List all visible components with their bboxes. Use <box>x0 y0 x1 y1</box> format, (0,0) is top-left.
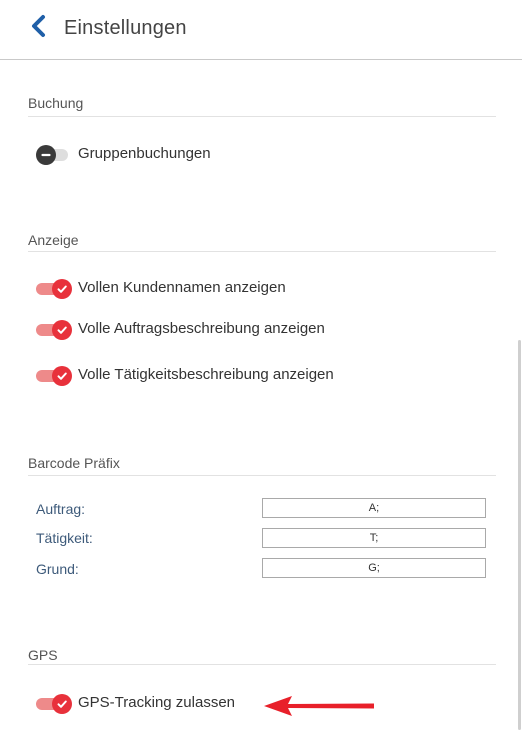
checkmark-icon <box>52 693 72 714</box>
section-divider <box>28 116 496 117</box>
toggle-row-auftragsbeschreibung[interactable]: Volle Auftragsbeschreibung anzeigen <box>36 319 325 340</box>
section-title-gps: GPS <box>28 647 58 663</box>
checkmark-icon <box>52 319 72 340</box>
grund-prefix-input[interactable] <box>262 558 486 578</box>
chevron-left-icon <box>28 14 48 38</box>
taetigkeit-prefix-input[interactable] <box>262 528 486 548</box>
toggle-label: GPS-Tracking zulassen <box>78 694 236 711</box>
toggle-label: Volle Tätigkeitsbeschreibung anzeigen <box>78 366 334 383</box>
toggle-switch[interactable] <box>36 365 72 386</box>
toggle-switch[interactable] <box>36 319 72 340</box>
arrow-left-icon <box>264 696 374 716</box>
field-label-grund: Grund: <box>36 561 79 577</box>
section-title-anzeige: Anzeige <box>28 232 79 248</box>
toggle-switch[interactable] <box>36 144 72 165</box>
toggle-row-taetigkeitsbeschreibung[interactable]: Volle Tätigkeitsbeschreibung anzeigen <box>36 365 334 386</box>
section-divider <box>28 664 496 665</box>
minus-icon <box>36 144 56 165</box>
section-divider <box>28 251 496 252</box>
section-title-barcode: Barcode Präfix <box>28 455 120 471</box>
field-label-auftrag: Auftrag: <box>36 501 86 517</box>
section-divider <box>28 475 496 476</box>
auftrag-prefix-input[interactable] <box>262 498 486 518</box>
app-header: Einstellungen <box>0 0 522 60</box>
toggle-label: Gruppenbuchungen <box>78 145 211 162</box>
checkmark-icon <box>52 278 72 299</box>
checkmark-icon <box>52 365 72 386</box>
field-label-taetigkeit: Tätigkeit: <box>36 530 93 546</box>
section-title-buchung: Buchung <box>28 95 84 111</box>
toggle-label: Vollen Kundennamen anzeigen <box>78 279 286 296</box>
toggle-row-gruppenbuchungen[interactable]: Gruppenbuchungen <box>36 144 211 165</box>
toggle-label: Volle Auftragsbeschreibung anzeigen <box>78 320 325 337</box>
toggle-switch[interactable] <box>36 693 72 714</box>
scrollbar-thumb[interactable] <box>518 340 521 730</box>
toggle-switch[interactable] <box>36 278 72 299</box>
back-button[interactable] <box>28 14 48 38</box>
toggle-row-gps-tracking[interactable]: GPS-Tracking zulassen <box>36 693 236 714</box>
toggle-row-kundennamen[interactable]: Vollen Kundennamen anzeigen <box>36 278 286 299</box>
page-title: Einstellungen <box>64 17 187 39</box>
